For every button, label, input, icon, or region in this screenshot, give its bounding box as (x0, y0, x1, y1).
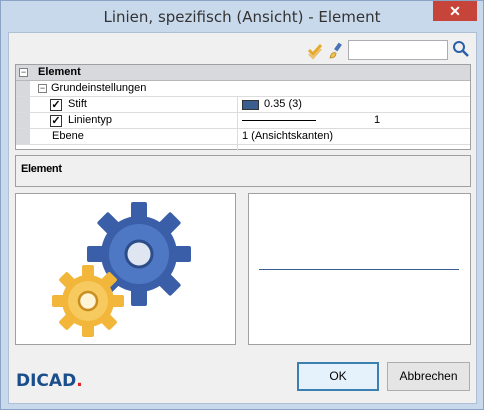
ok-button[interactable]: OK (297, 362, 379, 391)
check-all-icon[interactable] (307, 42, 325, 60)
stift-checkbox[interactable]: ✓ (50, 99, 62, 111)
row-value[interactable]: 1 (Ansichtskanten) (242, 130, 333, 142)
grid-group-row[interactable]: − Grundeinstellungen (16, 81, 470, 97)
property-grid: − Element − Grundeinstellungen ✓ Stift 0… (15, 64, 471, 151)
dialog-client: − Element − Grundeinstellungen ✓ Stift 0… (8, 32, 477, 404)
row-gutter (16, 129, 30, 144)
title-bar[interactable]: Linien, spezifisch (Ansicht) - Element ✕ (1, 1, 483, 33)
collapse-icon[interactable]: − (38, 84, 47, 93)
row-gutter (16, 113, 30, 128)
row-label: Linientyp (68, 114, 113, 126)
logo-dot: . (76, 371, 83, 391)
grid-row-stift[interactable]: ✓ Stift 0.35 (3) (16, 97, 470, 113)
line-preview (248, 193, 471, 345)
row-value[interactable]: 1 (374, 114, 380, 126)
linientyp-checkbox[interactable]: ✓ (50, 115, 62, 127)
row-gutter (16, 97, 30, 112)
line-type-sample (242, 120, 316, 121)
row-gutter (16, 81, 30, 96)
grid-row-linientyp[interactable]: ✓ Linientyp 1 (16, 113, 470, 129)
brush-icon[interactable] (327, 42, 345, 60)
row-label: Ebene (52, 130, 84, 142)
column-divider[interactable] (237, 97, 238, 151)
logo-text: DICAD (16, 371, 77, 391)
preview-line-sample (259, 269, 459, 270)
grid-header-label: Element (38, 66, 81, 78)
row-value[interactable]: 0.35 (3) (264, 98, 302, 110)
toolbar-icons (307, 42, 347, 60)
dialog-window: Linien, spezifisch (Ansicht) - Element ✕… (0, 0, 484, 410)
close-button[interactable]: ✕ (433, 1, 477, 21)
dicad-logo: DICAD. (16, 371, 83, 391)
description-panel: Element (15, 155, 471, 187)
grid-header-row[interactable]: − Element (16, 65, 470, 81)
gears-icon (52, 202, 191, 337)
collapse-icon[interactable]: − (19, 68, 28, 77)
grid-group-label: Grundeinstellungen (51, 82, 147, 94)
close-icon: ✕ (449, 3, 461, 19)
description-title: Element (21, 163, 62, 175)
row-label: Stift (68, 98, 87, 110)
pen-color-swatch (242, 100, 259, 110)
window-title: Linien, spezifisch (Ansicht) - Element (103, 8, 381, 26)
cancel-button[interactable]: Abbrechen (387, 362, 470, 391)
grid-row-ebene[interactable]: Ebene 1 (Ansichtskanten) (16, 129, 470, 145)
magnifier-icon[interactable] (452, 40, 470, 58)
gears-preview (15, 193, 236, 345)
search-input[interactable] (348, 40, 448, 60)
